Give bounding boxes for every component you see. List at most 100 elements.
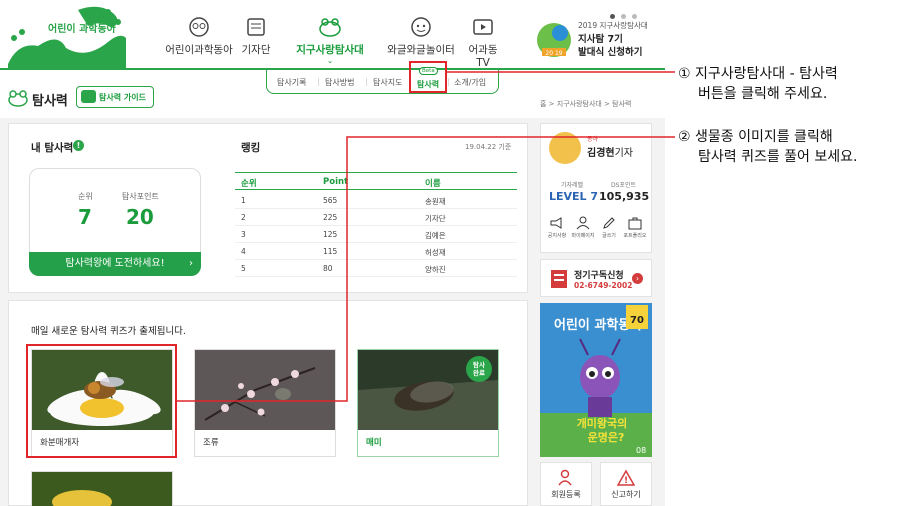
frog-icon (319, 18, 341, 37)
megaphone-icon (550, 217, 562, 229)
promo-banner[interactable]: 20 19 2019 지구사랑탐사대 지사탐 7기 발대식 신청하기 (534, 20, 664, 60)
col-rank: 순위 (241, 179, 257, 189)
row-rank: 5 (241, 264, 246, 273)
my-power-title: 내 탐사력 (31, 142, 74, 154)
quiz-card-next[interactable] (31, 471, 173, 506)
icon-label: 글쓰기 (602, 233, 616, 239)
row-name: 김예은 (425, 231, 446, 240)
row-name: 기자단 (425, 214, 446, 223)
website-screenshot: 어린이 과학동아 어린이과학동아 기자단 지구사랑탐사대 ⌄ 와글와글놀이터 어… (0, 0, 665, 506)
col-name: 이름 (425, 179, 441, 189)
subscribe-phone: 02-6749-2002 (574, 281, 633, 290)
promo-emblem-icon: 20 19 (537, 23, 571, 57)
playground-icon (411, 17, 431, 37)
nav-reporters[interactable]: 기자단 (239, 16, 273, 60)
nav-label: 어과동TV (468, 44, 498, 69)
warning-icon: ! (616, 469, 636, 486)
carousel-dot[interactable] (632, 14, 637, 19)
chevron-down-icon: ⌄ (327, 57, 333, 65)
level-value: LEVEL 7 (549, 190, 599, 203)
magazine-icon (551, 270, 567, 288)
quiz-title: 매일 새로운 탐사력 퀴즈가 출제됩니다. (31, 326, 186, 337)
rank-value: 7 (78, 205, 92, 229)
flower-photo (32, 472, 172, 506)
row-rank: 1 (241, 196, 246, 205)
promo-line2: 발대식 신청하기 (578, 47, 643, 58)
quiz-card-label: 조류 (203, 438, 219, 448)
nav-label: 지구사랑탐사대 (296, 44, 364, 56)
frog-icon (8, 90, 28, 107)
ranking-row: 1 565 송원재 (235, 192, 517, 209)
nav-playground[interactable]: 와글와글놀이터 (385, 16, 457, 60)
promo-line1: 지사탐 7기 (578, 34, 623, 45)
ds-points-value: 105,935 (599, 190, 650, 203)
magazine-cover[interactable]: 어린이 과학동아 70 개미왕국의 운명은? 08 (540, 303, 652, 457)
magazine-cover-art: 어린이 과학동아 70 개미왕국의 운명은? 08 (540, 303, 652, 457)
chevron-right-icon[interactable]: › (632, 273, 643, 284)
avatar[interactable] (549, 132, 581, 164)
notice-button[interactable]: 공지사항 (545, 216, 569, 239)
col-point: Point (323, 177, 349, 187)
briefcase-icon (628, 217, 642, 230)
portfolio-button[interactable]: 포트폴리오 (623, 216, 647, 239)
ranking-row: 4 115 허성재 (235, 243, 517, 260)
completed-badge: 탐사 완료 (466, 356, 492, 382)
frog-icon (81, 90, 96, 103)
ranking-row: 2 225 기자단 (235, 209, 517, 226)
user-suffix: 기자 (614, 148, 634, 159)
info-icon[interactable]: ! (73, 140, 84, 151)
carousel-dot[interactable] (621, 14, 626, 19)
highlight-quiz-card (26, 344, 177, 458)
row-name: 허성재 (425, 248, 446, 257)
bird-branch-photo (195, 350, 335, 430)
site-header: 어린이 과학동아 어린이과학동아 기자단 지구사랑탐사대 ⌄ 와글와글놀이터 어… (0, 0, 665, 72)
annotation-step1-line2: 버튼을 클릭해 주세요. (698, 86, 828, 102)
magazine-price-tag: 70 (630, 315, 644, 326)
row-name: 송원재 (425, 197, 446, 206)
report-button[interactable]: ! 신고하기 (600, 462, 652, 506)
carousel-dots[interactable] (610, 4, 650, 19)
promo-badge: 20 19 (545, 50, 562, 57)
ranking-date: 19.04.22 기준 (465, 143, 512, 151)
person-check-icon (558, 469, 572, 486)
row-point: 125 (323, 230, 338, 239)
owl-icon (189, 17, 209, 37)
challenge-button[interactable]: 탐사력왕에 도전하세요! › (29, 252, 201, 276)
row-point: 225 (323, 213, 338, 222)
nav-label: 기자단 (241, 44, 271, 56)
nav-earth-explorers[interactable]: 지구사랑탐사대 ⌄ (280, 16, 380, 65)
profile-card: 동아 김경현기자 기자레벨 DS포인트 LEVEL 7 105,935 공지사항… (540, 123, 652, 253)
points-label: 탐사포인트 (122, 192, 159, 201)
guide-button[interactable]: 탐사력 가이드 (76, 86, 154, 108)
level-label: 기자레벨 (561, 182, 584, 189)
user-role: 동아 (587, 136, 599, 143)
report-label: 신고하기 (611, 490, 641, 499)
icon-label: 공지사항 (547, 233, 567, 239)
nav-label: 어린이과학동아 (165, 44, 233, 56)
mypage-button[interactable]: 마이페이지 (571, 216, 595, 239)
quiz-card-cicada[interactable]: 탐사 완료 매미 (357, 349, 499, 457)
svg-text:!: ! (624, 476, 628, 486)
carousel-dot[interactable] (610, 14, 615, 19)
annotation-step2-line1: ② 생물종 이미지를 클릭해 (678, 129, 833, 145)
magazine-issue: 08 (636, 446, 646, 455)
site-logo[interactable]: 어린이 과학동아 (8, 2, 128, 70)
breadcrumb[interactable]: 홈 > 지구사랑탐사대 > 탐사력 (540, 99, 631, 109)
rank-label: 순위 (78, 192, 93, 201)
icon-label: 마이페이지 (571, 233, 595, 239)
highlight-power-tab (409, 61, 447, 93)
nav-tv[interactable]: 어과동TV (463, 16, 503, 69)
row-point: 115 (323, 247, 338, 256)
quiz-card-birds[interactable]: 조류 (194, 349, 336, 457)
nav-kids-science[interactable]: 어린이과학동아 (160, 16, 238, 60)
logo-small-text: 어린이 과학동아 (48, 22, 117, 35)
badge-line2: 완료 (473, 369, 485, 377)
quiz-card-label: 매미 (366, 438, 382, 448)
subscribe-card[interactable]: 정기구독신청 02-6749-2002 › (540, 259, 652, 297)
points-value: 20 (126, 205, 154, 229)
page-heading: 탐사력 탐사력 가이드 홈 > 지구사랑탐사대 > 탐사력 (0, 82, 665, 118)
member-register-button[interactable]: 회원등록 (540, 462, 592, 506)
write-button[interactable]: 글쓰기 (597, 216, 621, 239)
user-name-text: 김경현 (587, 148, 615, 159)
member-register-label: 회원등록 (551, 490, 581, 499)
